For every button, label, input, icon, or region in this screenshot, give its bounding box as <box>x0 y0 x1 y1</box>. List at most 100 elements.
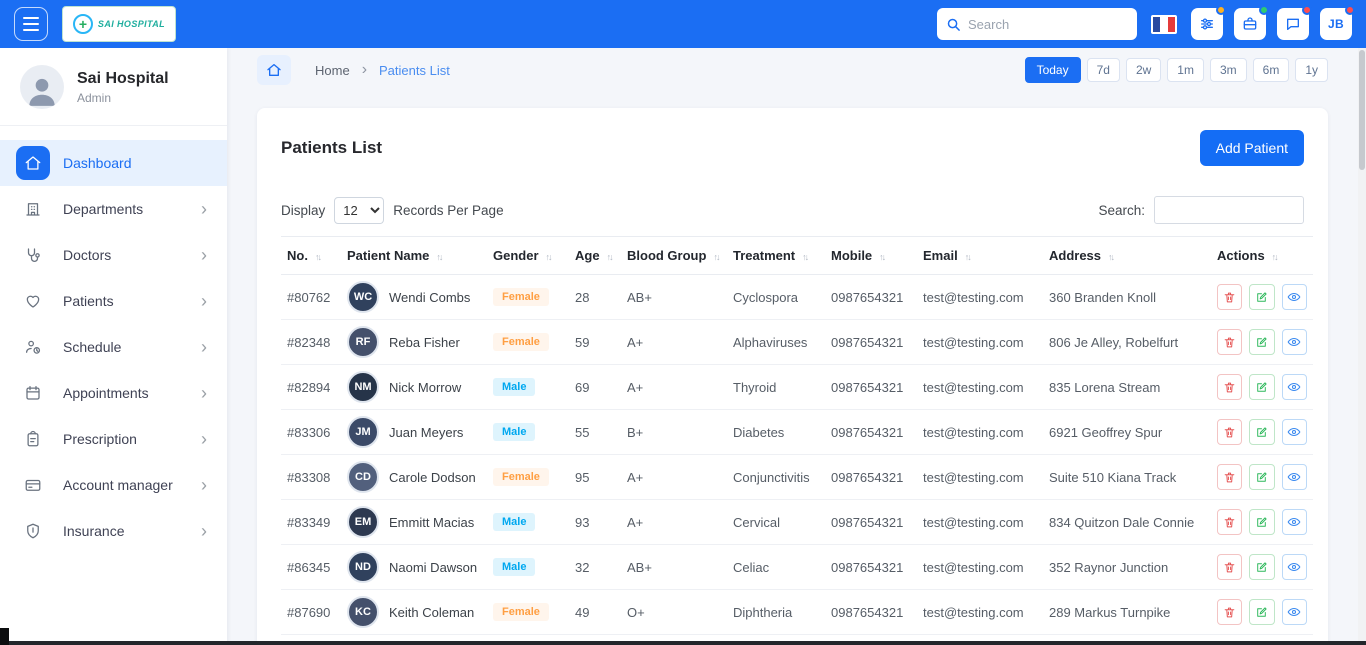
email: test@testing.com <box>917 500 1043 545</box>
scrollbar-thumb[interactable] <box>1359 50 1365 170</box>
column-header-mobile[interactable]: Mobile↑↓ <box>825 237 917 275</box>
sort-icon[interactable]: ↑↓ <box>802 252 807 262</box>
user-avatar-button[interactable]: JB <box>1320 8 1352 40</box>
hamburger-menu-icon[interactable] <box>14 7 48 41</box>
column-header-email[interactable]: Email↑↓ <box>917 237 1043 275</box>
mobile: 0987654321 <box>825 455 917 500</box>
column-header-age[interactable]: Age↑↓ <box>569 237 621 275</box>
patient-no: #82348 <box>281 320 341 365</box>
time-filter-7d[interactable]: 7d <box>1087 58 1120 82</box>
trash-icon <box>1223 471 1236 484</box>
delete-button[interactable] <box>1217 509 1242 535</box>
time-filter-6m[interactable]: 6m <box>1253 58 1290 82</box>
breadcrumb-home-icon[interactable] <box>257 55 291 85</box>
delete-button[interactable] <box>1217 329 1242 355</box>
view-button[interactable] <box>1282 374 1307 400</box>
sort-icon[interactable]: ↑↓ <box>1272 252 1277 262</box>
view-button[interactable] <box>1282 599 1307 625</box>
apps-briefcase-icon[interactable] <box>1234 8 1266 40</box>
column-header-actions[interactable]: Actions↑↓ <box>1211 237 1313 275</box>
edit-button[interactable] <box>1249 419 1274 445</box>
table-row: #83349 EM Emmitt Macias Male 93 A+ Cervi… <box>281 500 1313 545</box>
profile-block[interactable]: Sai Hospital Admin <box>0 48 227 126</box>
sort-icon[interactable]: ↑↓ <box>713 252 718 262</box>
patient-no: #86345 <box>281 545 341 590</box>
mobile: 0987654321 <box>825 545 917 590</box>
edit-button[interactable] <box>1249 599 1274 625</box>
delete-button[interactable] <box>1217 464 1242 490</box>
sidebar-item-schedule[interactable]: Schedule › <box>0 324 227 370</box>
patient-avatar: WC <box>347 281 379 313</box>
sort-icon[interactable]: ↑↓ <box>315 252 320 262</box>
time-filter-2w[interactable]: 2w <box>1126 58 1161 82</box>
column-header-gender[interactable]: Gender↑↓ <box>487 237 569 275</box>
sort-icon[interactable]: ↑↓ <box>607 252 612 262</box>
time-filter-3m[interactable]: 3m <box>1210 58 1247 82</box>
language-flag-icon[interactable] <box>1151 15 1177 34</box>
window-corner-block <box>0 628 9 645</box>
edit-icon <box>1255 606 1268 619</box>
view-button[interactable] <box>1282 329 1307 355</box>
column-header-patient-name[interactable]: Patient Name↑↓ <box>341 237 487 275</box>
sidebar-item-appointments[interactable]: Appointments › <box>0 370 227 416</box>
sort-icon[interactable]: ↑↓ <box>965 252 970 262</box>
sidebar-item-departments[interactable]: Departments › <box>0 186 227 232</box>
view-button[interactable] <box>1282 284 1307 310</box>
edit-button[interactable] <box>1249 329 1274 355</box>
records-per-page-select[interactable]: 12 <box>334 197 384 224</box>
view-button[interactable] <box>1282 419 1307 445</box>
sort-icon[interactable]: ↑↓ <box>436 252 441 262</box>
edit-button[interactable] <box>1249 284 1274 310</box>
sidebar-item-doctors[interactable]: Doctors › <box>0 232 227 278</box>
column-header-address[interactable]: Address↑↓ <box>1043 237 1211 275</box>
edit-icon <box>1255 336 1268 349</box>
settings-sliders-icon[interactable] <box>1191 8 1223 40</box>
edit-button[interactable] <box>1249 554 1274 580</box>
sort-icon[interactable]: ↑↓ <box>1108 252 1113 262</box>
treatment: Cervical <box>727 500 825 545</box>
gender-badge: Male <box>493 378 535 396</box>
time-filter-today[interactable]: Today <box>1025 57 1081 83</box>
global-search <box>937 8 1137 40</box>
delete-button[interactable] <box>1217 419 1242 445</box>
hospital-logo[interactable]: + SAI HOSPITAL <box>62 6 176 42</box>
heart-icon <box>16 284 50 318</box>
table-search-input[interactable] <box>1154 196 1304 224</box>
sidebar-item-prescription[interactable]: Prescription › <box>0 416 227 462</box>
patient-avatar: CD <box>347 461 379 493</box>
column-header-blood-group[interactable]: Blood Group↑↓ <box>621 237 727 275</box>
column-header-treatment[interactable]: Treatment↑↓ <box>727 237 825 275</box>
patient-no: #83306 <box>281 410 341 455</box>
view-button[interactable] <box>1282 554 1307 580</box>
edit-button[interactable] <box>1249 509 1274 535</box>
profile-role: Admin <box>77 91 169 105</box>
view-button[interactable] <box>1282 509 1307 535</box>
column-header-no[interactable]: No.↑↓ <box>281 237 341 275</box>
delete-button[interactable] <box>1217 374 1242 400</box>
add-patient-button[interactable]: Add Patient <box>1200 130 1304 166</box>
search-input[interactable] <box>968 17 1128 32</box>
eye-icon <box>1287 290 1301 304</box>
sidebar-item-dashboard[interactable]: Dashboard › <box>0 140 227 186</box>
breadcrumb-home-link[interactable]: Home <box>315 63 350 78</box>
scrollbar[interactable] <box>1358 48 1366 641</box>
stethoscope-icon <box>16 238 50 272</box>
time-filter-1y[interactable]: 1y <box>1295 58 1328 82</box>
edit-button[interactable] <box>1249 374 1274 400</box>
display-label: Display <box>281 203 325 218</box>
view-button[interactable] <box>1282 464 1307 490</box>
sidebar-item-account-manager[interactable]: Account manager › <box>0 462 227 508</box>
schedule-icon <box>16 330 50 364</box>
sort-icon[interactable]: ↑↓ <box>879 252 884 262</box>
time-filter-1m[interactable]: 1m <box>1167 58 1204 82</box>
sidebar-item-insurance[interactable]: Insurance › <box>0 508 227 554</box>
delete-button[interactable] <box>1217 554 1242 580</box>
delete-button[interactable] <box>1217 284 1242 310</box>
patient-avatar: EM <box>347 506 379 538</box>
sort-icon[interactable]: ↑↓ <box>546 252 551 262</box>
delete-button[interactable] <box>1217 599 1242 625</box>
messages-icon[interactable] <box>1277 8 1309 40</box>
edit-button[interactable] <box>1249 464 1274 490</box>
sidebar-item-patients[interactable]: Patients › <box>0 278 227 324</box>
treatment: Cyclospora <box>727 275 825 320</box>
